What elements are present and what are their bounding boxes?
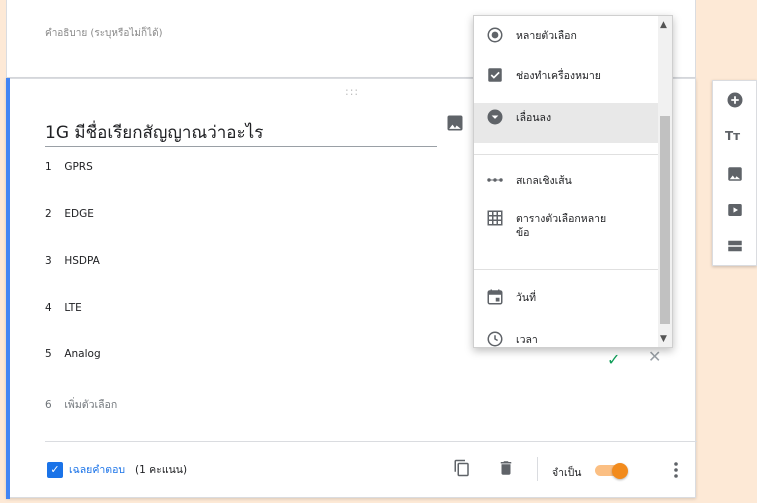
option-row[interactable]: 1 GPRS [45, 161, 93, 173]
menu-scrollbar-thumb[interactable] [660, 116, 670, 324]
option-label[interactable]: EDGE [64, 208, 94, 220]
menu-item-multiple-choice[interactable]: หลายตัวเลือก [474, 26, 658, 56]
add-video-icon[interactable] [726, 201, 744, 219]
menu-item-time[interactable]: เวลา [474, 330, 658, 347]
checkbox-icon [488, 68, 502, 82]
menu-item-label: สเกลเชิงเส้น [516, 175, 572, 187]
menu-divider [474, 269, 658, 270]
option-label[interactable]: LTE [64, 302, 81, 314]
side-toolbar: Tт [712, 80, 757, 266]
menu-item-dropdown[interactable]: เลื่อนลง [474, 103, 658, 143]
form-editor-canvas: คำอธิบาย (ระบุหรือไม่ก็ได้) ::: 1G มีชื่… [0, 0, 757, 503]
option-number: 6 [45, 399, 52, 411]
menu-item-linear-scale[interactable]: สเกลเชิงเส้น [474, 171, 658, 201]
menu-item-label: เลื่อนลง [516, 112, 552, 124]
add-option-label[interactable]: เพิ่มตัวเลือก [64, 399, 117, 411]
add-section-icon[interactable] [726, 237, 744, 255]
option-row[interactable]: 2 EDGE [45, 208, 94, 220]
menu-item-multiple-choice-grid[interactable]: ตารางตัวเลือกหลาย ข้อ [474, 209, 658, 253]
drag-handle[interactable]: ::: [345, 85, 359, 98]
scroll-down-arrow-icon[interactable]: ▼ [660, 334, 667, 344]
option-number: 3 [45, 255, 52, 267]
toggle-knob [612, 463, 628, 479]
option-number: 5 [45, 348, 52, 360]
option-number: 2 [45, 208, 52, 220]
required-label: จำเป็น [552, 467, 582, 479]
add-question-icon[interactable] [726, 91, 744, 109]
add-option-row[interactable]: 6 เพิ่มตัวเลือก [45, 396, 117, 413]
more-vert-icon[interactable] [671, 461, 681, 479]
question-title-input[interactable]: 1G มีชื่อเรียกสัญญาณว่าอะไร [45, 117, 437, 147]
option-row[interactable]: 4 LTE [45, 302, 82, 314]
form-description-field[interactable]: คำอธิบาย (ระบุหรือไม่ก็ได้) [45, 26, 162, 41]
scroll-up-arrow-icon[interactable]: ▲ [660, 20, 667, 30]
option-label[interactable]: Analog [64, 348, 100, 360]
footer-divider [45, 441, 697, 442]
clock-icon [487, 331, 503, 347]
option-row[interactable]: 5 Analog [45, 348, 101, 360]
correct-answer-check-icon[interactable]: ✓ [607, 350, 620, 369]
add-title-icon[interactable]: Tт [725, 129, 740, 143]
option-number: 1 [45, 161, 52, 173]
option-number: 4 [45, 302, 52, 314]
menu-divider [474, 154, 658, 155]
duplicate-icon[interactable] [453, 459, 471, 477]
add-image-toolbar-icon[interactable] [726, 165, 744, 183]
footer-separator [537, 457, 538, 481]
option-row[interactable]: 3 HSDPA [45, 255, 100, 267]
menu-item-label: วันที่ [516, 292, 536, 304]
delete-icon[interactable] [497, 459, 515, 477]
menu-item-label: ตารางตัวเลือกหลาย ข้อ [516, 213, 607, 239]
answer-key-label[interactable]: เฉลยคำตอบ [69, 461, 125, 478]
linear-scale-icon [487, 178, 503, 182]
required-toggle[interactable] [595, 463, 629, 479]
grid-icon [487, 210, 503, 226]
answer-key-icon: ✓ [47, 461, 63, 478]
option-label[interactable]: GPRS [64, 161, 92, 173]
option-label[interactable]: HSDPA [64, 255, 100, 267]
menu-item-checkboxes[interactable]: ช่องทำเครื่องหมาย [474, 66, 658, 96]
menu-item-label: หลายตัวเลือก [516, 30, 577, 42]
menu-item-label: เวลา [516, 334, 538, 346]
points-label: (1 คะแนน) [135, 464, 188, 476]
radio-icon [487, 27, 503, 43]
active-card-indicator [6, 78, 10, 499]
add-image-icon[interactable] [445, 113, 465, 133]
menu-item-date[interactable]: วันที่ [474, 288, 658, 318]
calendar-icon [487, 289, 503, 305]
remove-option-icon[interactable]: ✕ [648, 347, 661, 366]
menu-item-label: ช่องทำเครื่องหมาย [516, 70, 601, 82]
dropdown-icon [487, 109, 503, 125]
answer-key-button[interactable]: ✓ เฉลยคำตอบ (1 คะแนน) [47, 461, 187, 478]
question-type-menu[interactable]: หลายตัวเลือก ช่องทำเครื่องหมาย เลื่อนลง [473, 15, 673, 348]
